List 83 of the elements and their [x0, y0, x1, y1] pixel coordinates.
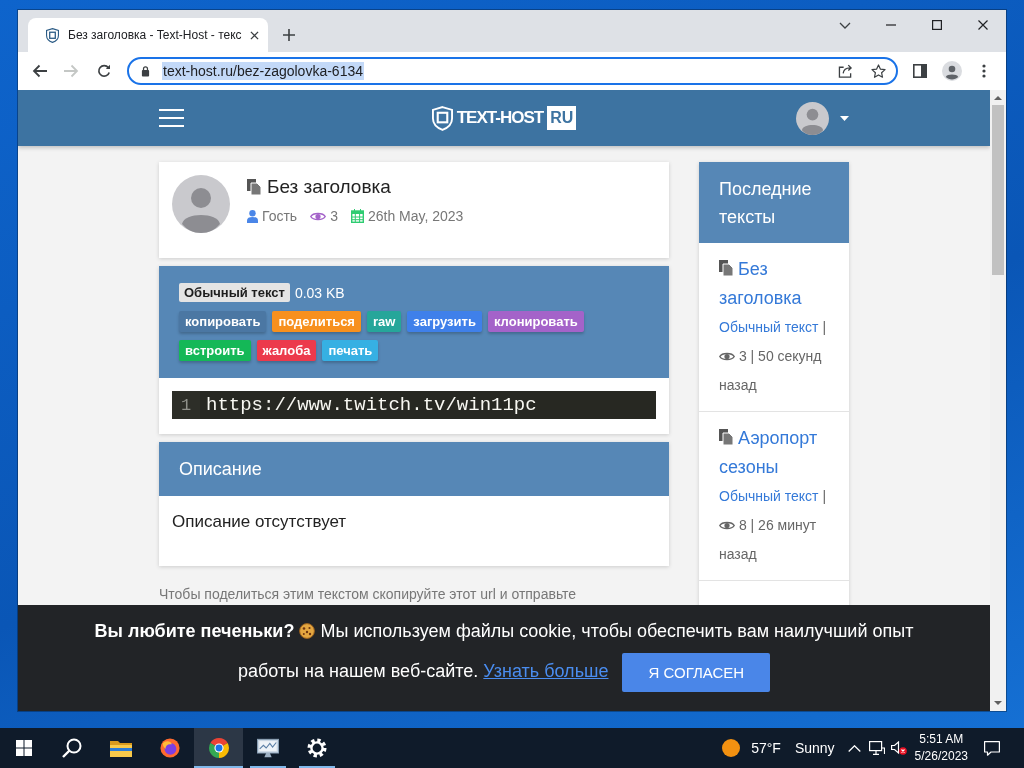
eye-icon [310, 210, 327, 222]
cookie-icon [299, 623, 316, 639]
url-text: text-host.ru/bez-zagolovka-6134 [162, 62, 364, 80]
scrollbar-thumb[interactable] [992, 105, 1004, 275]
clock-date[interactable]: 5/26/2023 [914, 748, 968, 765]
speaker-icon[interactable] [890, 741, 907, 755]
maximize-icon[interactable] [932, 20, 942, 30]
code-text: https://www.twitch.tv/win11pc [206, 394, 537, 416]
close-icon[interactable] [249, 30, 259, 40]
network-icon[interactable] [868, 741, 885, 755]
weather-condition[interactable]: Sunny [794, 740, 835, 756]
browser-icon [207, 738, 230, 758]
paste-meta: Обычный текст | 8 | 26 минут назад [719, 487, 828, 564]
line-number: 1 [172, 391, 200, 419]
menu-dots-icon[interactable] [982, 64, 986, 78]
menu-icon[interactable] [159, 109, 184, 127]
agree-button[interactable]: Я СОГЛАСЕН [622, 652, 771, 692]
monitor-icon [256, 738, 279, 758]
document-icon [247, 179, 261, 195]
site-logo[interactable]: TEXT-HOST RU [431, 105, 577, 131]
new-tab-icon[interactable] [282, 29, 295, 41]
syntax-badge: Обычный текст [179, 283, 290, 302]
chevron-down-icon[interactable] [839, 21, 851, 29]
shield-logo-icon [431, 105, 453, 131]
action-button[interactable]: поделиться [272, 311, 361, 332]
browser-tab[interactable]: Без заголовка - Text-Host - текс [28, 18, 268, 52]
eye-icon [719, 351, 735, 362]
view-count: 3 [330, 208, 338, 224]
logo-badge: RU [547, 106, 577, 130]
side-panel-icon[interactable] [913, 64, 927, 78]
paste-title: Без заголовка [267, 175, 391, 199]
user-icon [247, 209, 258, 223]
address-bar[interactable]: text-host.ru/bez-zagolovka-6134 [127, 57, 898, 85]
lock-icon[interactable] [141, 65, 150, 77]
scroll-up-icon[interactable] [994, 96, 1002, 100]
action-button[interactable]: жалоба [256, 340, 317, 361]
file-size: 0.03 KB [294, 284, 345, 301]
search-icon[interactable] [62, 738, 82, 758]
description-text: Описание отсутствует [171, 511, 348, 533]
action-button[interactable]: загрузить [407, 311, 482, 332]
share-icon[interactable] [838, 64, 853, 78]
sidebar-heading: Последние тексты [699, 162, 849, 243]
learn-more-link[interactable]: Узнать больше [483, 661, 609, 681]
scroll-down-icon[interactable] [994, 701, 1002, 705]
cookie-banner: Вы любите печеньки? Мы используем файлы cookie, чтобы обеспечить вам наилучший опыт работы на нашем веб-сайте. Узнать больше Я СОГЛАСЕН [18, 605, 990, 711]
author-name: Гость [262, 208, 298, 224]
caret-icon[interactable] [840, 115, 849, 121]
reload-icon[interactable] [97, 64, 111, 78]
syntax-link[interactable]: Обычный текст [719, 319, 819, 335]
action-button[interactable]: встроить [179, 340, 251, 361]
paste-meta: Обычный текст | 3 | 50 секунд назад [719, 318, 828, 395]
calendar-icon [350, 209, 364, 223]
syntax-link[interactable]: Обычный текст [719, 488, 819, 504]
document-icon [719, 429, 733, 445]
scrollbar[interactable] [990, 90, 1006, 711]
action-button[interactable]: копировать [179, 311, 267, 332]
action-button[interactable]: raw [366, 311, 402, 332]
settings-icon [305, 738, 328, 758]
action-button[interactable]: печать [322, 340, 379, 361]
paste-link[interactable]: Без заголовка [719, 255, 835, 313]
browser-icon [158, 738, 181, 758]
taskbar-app[interactable] [194, 728, 243, 768]
back-arrow-icon[interactable] [32, 64, 48, 78]
avatar-icon [172, 175, 230, 233]
shield-icon [46, 27, 59, 43]
windows-logo-icon[interactable] [16, 740, 32, 756]
document-icon [719, 260, 733, 276]
eye-icon [719, 520, 735, 531]
action-button[interactable]: клонировать [487, 311, 584, 332]
notification-icon[interactable] [984, 740, 1000, 756]
close-icon[interactable] [978, 20, 988, 30]
star-icon[interactable] [871, 64, 886, 78]
share-hint: Чтобы поделиться этим текстом скопируйте этот url и отправьте [159, 585, 578, 604]
weather-temperature[interactable]: 57°F [751, 740, 781, 756]
avatar-icon[interactable] [796, 101, 829, 135]
chevron-up-icon[interactable] [847, 744, 861, 752]
description-heading: Описание [159, 442, 669, 496]
folder-icon [109, 738, 132, 758]
paste-link[interactable]: Аэропорт сезоны [719, 424, 835, 482]
clock-time[interactable]: 5:51 AM [919, 731, 964, 748]
profile-icon[interactable] [942, 61, 962, 81]
paste-date: 26th May, 2023 [367, 208, 464, 224]
sun-icon[interactable] [722, 739, 741, 757]
